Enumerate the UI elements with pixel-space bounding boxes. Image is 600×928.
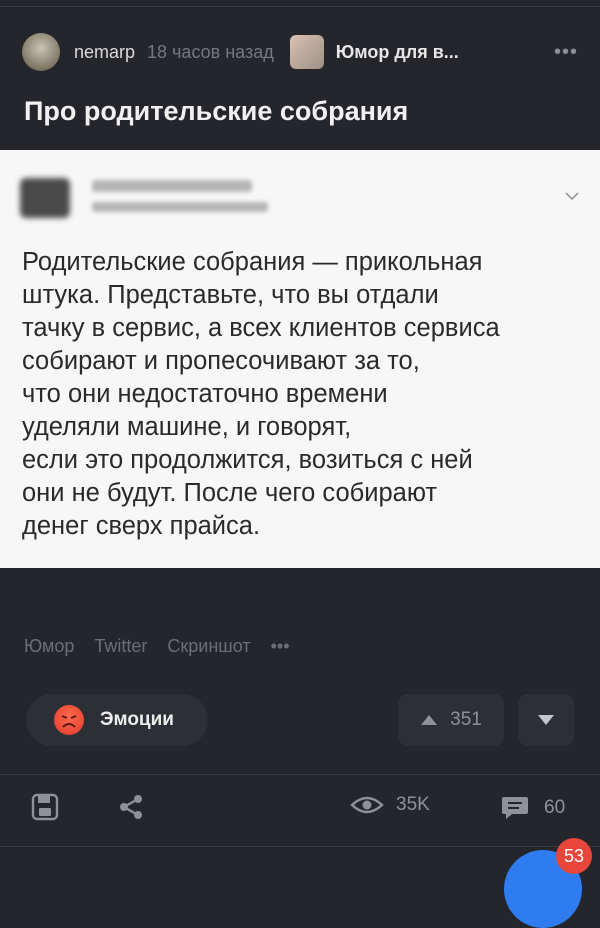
tweet-text: Родительские собрания — прикольная штука… (22, 248, 500, 540)
blurred-handle (92, 202, 268, 212)
tag-twitter[interactable]: Twitter (94, 636, 147, 657)
post-time: 18 часов назад (147, 41, 274, 62)
angry-face-icon (54, 705, 84, 735)
comments-count: 60 (544, 797, 566, 818)
triangle-down-icon (538, 715, 554, 725)
triangle-up-icon (421, 715, 438, 725)
post-actions: Эмоции 351 (0, 692, 600, 752)
community-avatar[interactable] (289, 35, 324, 69)
comment-icon (502, 797, 528, 819)
comments-button[interactable]: 60 (500, 794, 565, 822)
rating-count: 351 (450, 709, 482, 730)
more-icon[interactable]: ••• (554, 41, 578, 64)
save-icon[interactable] (30, 792, 60, 822)
post-title[interactable]: Про родительские собрания (24, 96, 408, 127)
tag-screenshot[interactable]: Скриншот (167, 636, 250, 657)
emotions-button[interactable]: Эмоции (26, 694, 208, 746)
post-meta: nemarp 18 часов назад Юмор для в... ••• (22, 32, 578, 72)
blurred-name (92, 180, 252, 192)
blurred-avatar (20, 178, 70, 218)
eye-icon (350, 796, 384, 814)
more-tags-icon[interactable]: ••• (271, 636, 290, 657)
share-icon[interactable] (116, 792, 146, 822)
notification-badge[interactable]: 53 (556, 838, 592, 874)
views-count: 35K (396, 794, 430, 815)
author-name[interactable]: nemarp (74, 42, 135, 63)
emotions-label: Эмоции (100, 709, 174, 730)
post-footer: 35K 60 (0, 780, 600, 836)
footer-divider (0, 846, 600, 847)
upvote-button[interactable]: 351 (398, 694, 504, 746)
views-counter: 35K (350, 794, 430, 816)
tweet-screenshot[interactable]: Родительские собрания — прикольная штука… (0, 150, 600, 568)
tag-humor[interactable]: Юмор (24, 636, 74, 657)
chevron-down-icon (565, 192, 579, 201)
tag-list: Юмор Twitter Скриншот ••• (24, 636, 310, 657)
author-avatar[interactable] (22, 33, 60, 71)
top-divider (0, 6, 600, 7)
downvote-button[interactable] (518, 694, 574, 746)
community-name[interactable]: Юмор для в... (336, 42, 459, 63)
actions-divider (0, 774, 600, 775)
